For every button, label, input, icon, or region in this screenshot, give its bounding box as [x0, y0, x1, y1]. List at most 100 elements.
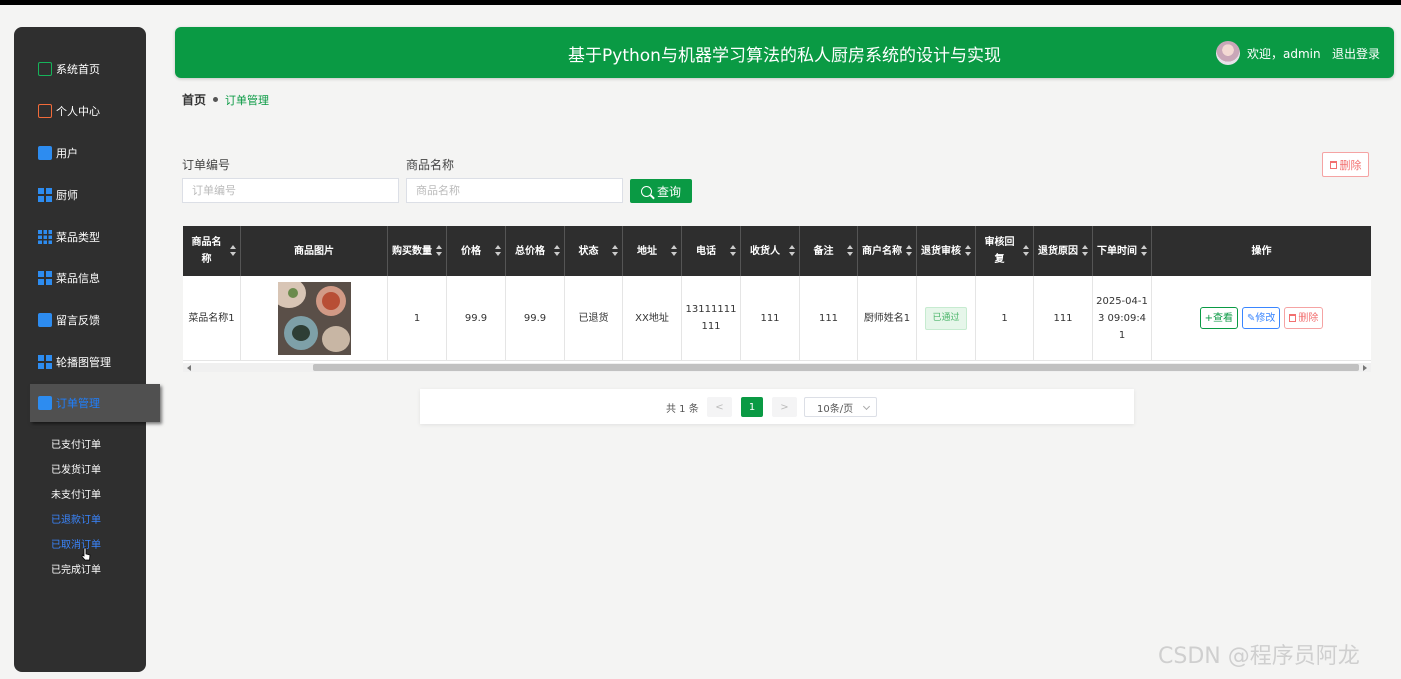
cell-return-reason: 111	[1034, 276, 1093, 361]
sort-icon[interactable]	[906, 245, 912, 257]
trash-icon	[1289, 314, 1297, 322]
cell-address: XX地址	[623, 276, 682, 361]
column-header[interactable]: 备注	[800, 226, 858, 276]
sidebar-item-profile[interactable]: 个人中心	[38, 100, 100, 122]
sort-icon[interactable]	[554, 245, 560, 257]
sort-icon[interactable]	[1023, 245, 1029, 257]
delete-button[interactable]: 删除	[1284, 307, 1324, 329]
mouse-cursor-icon	[81, 547, 91, 561]
header-label: 操作	[1251, 245, 1272, 257]
column-header[interactable]: 退货原因	[1034, 226, 1093, 276]
search-button-label: 查询	[656, 184, 681, 199]
prev-page-button[interactable]: <	[707, 397, 732, 417]
scroll-right-icon[interactable]	[1363, 365, 1367, 371]
order-no-input[interactable]	[182, 178, 399, 203]
sort-icon[interactable]	[495, 245, 501, 257]
view-button[interactable]: + 查看	[1199, 307, 1238, 329]
submenu-shipped-orders[interactable]: 已发货订单	[51, 461, 101, 476]
logout-link[interactable]: 退出登录	[1332, 45, 1380, 62]
cell-quantity: 1	[388, 276, 447, 361]
product-name-input[interactable]	[406, 178, 623, 203]
column-header[interactable]: 审核回复	[976, 226, 1034, 276]
status-badge: 已通过	[925, 306, 967, 330]
column-header[interactable]: 购买数量	[388, 226, 447, 276]
scroll-left-icon[interactable]	[187, 365, 191, 371]
sidebar-item-label: 菜品信息	[56, 272, 100, 285]
page-size-select[interactable]: 10条/页	[804, 397, 877, 417]
header-label: 地址	[637, 245, 657, 257]
submenu-completed-orders[interactable]: 已完成订单	[51, 561, 101, 576]
sidebar-item-label: 系统首页	[56, 63, 100, 76]
submenu-refunded-orders[interactable]: 已退款订单	[51, 511, 101, 526]
submenu-paid-orders[interactable]: 已支付订单	[51, 436, 101, 451]
next-page-button[interactable]: >	[772, 397, 797, 417]
grid-icon	[38, 271, 52, 285]
sidebar-item-label: 轮播图管理	[56, 356, 111, 369]
sidebar-item-dish-types[interactable]: 菜品类型	[38, 226, 100, 248]
edit-button[interactable]: ✎ 修改	[1242, 307, 1281, 329]
page-title: 基于Python与机器学习算法的私人厨房系统的设计与实现	[568, 46, 1001, 66]
sidebar-item-dish-info[interactable]: 菜品信息	[38, 267, 100, 289]
submenu-cancelled-orders[interactable]: 已取消订单	[51, 536, 101, 551]
breadcrumb: 首页 订单管理	[182, 91, 269, 108]
card-icon	[38, 104, 52, 118]
cell-price: 99.9	[447, 276, 506, 361]
column-header[interactable]: 状态	[565, 226, 623, 276]
sidebar-item-home[interactable]: 系统首页	[38, 58, 100, 80]
sidebar-item-label: 订单管理	[56, 397, 100, 410]
breadcrumb-separator	[213, 97, 219, 102]
sort-icon[interactable]	[230, 245, 236, 257]
sidebar-item-feedback[interactable]: 留言反馈	[38, 309, 100, 331]
column-header[interactable]: 价格	[447, 226, 506, 276]
column-header[interactable]: 退货审核	[917, 226, 976, 276]
column-header[interactable]: 商品名称	[183, 226, 241, 276]
column-header[interactable]: 地址	[623, 226, 682, 276]
column-header[interactable]: 商户名称	[858, 226, 917, 276]
cell-total: 99.9	[506, 276, 565, 361]
home-icon	[38, 62, 52, 76]
chevron-down-icon	[862, 402, 871, 411]
edit-button-label: 修改	[1255, 312, 1276, 324]
scroll-thumb[interactable]	[313, 364, 1359, 371]
sidebar-item-chefs[interactable]: 厨师	[38, 184, 78, 206]
watermark: CSDN @程序员阿龙	[1158, 644, 1360, 669]
cell-remark: 111	[800, 276, 858, 361]
sidebar-item-orders[interactable]: 订单管理	[30, 384, 160, 422]
product-image[interactable]	[277, 281, 351, 355]
column-header[interactable]: 收货人	[741, 226, 800, 276]
briefcase-icon	[38, 146, 52, 160]
sidebar-item-users[interactable]: 用户	[38, 142, 78, 164]
header-label: 总价格	[515, 245, 545, 257]
sort-icon[interactable]	[789, 245, 795, 257]
cell-receiver: 111	[741, 276, 800, 361]
breadcrumb-home[interactable]: 首页	[182, 91, 206, 108]
column-header: 商品图片	[241, 226, 388, 276]
sort-icon[interactable]	[436, 245, 442, 257]
plus-icon: +	[1204, 312, 1213, 324]
avatar[interactable]	[1216, 41, 1240, 65]
submenu-unpaid-orders[interactable]: 未支付订单	[51, 486, 101, 501]
search-icon	[640, 185, 652, 197]
sort-icon[interactable]	[1082, 245, 1088, 257]
sidebar-item-carousel[interactable]: 轮播图管理	[38, 351, 111, 373]
search-button[interactable]: 查询	[630, 179, 692, 203]
sort-icon[interactable]	[612, 245, 618, 257]
sidebar-item-label: 厨师	[56, 189, 78, 202]
sort-icon[interactable]	[965, 245, 971, 257]
column-header[interactable]: 下单时间	[1093, 226, 1152, 276]
header-label: 下单时间	[1097, 245, 1137, 257]
page-1-button[interactable]: 1	[741, 397, 763, 417]
sort-icon[interactable]	[671, 245, 677, 257]
column-header[interactable]: 总价格	[506, 226, 565, 276]
clipboard-icon	[38, 313, 52, 327]
cell-product-image	[241, 276, 388, 361]
horizontal-scrollbar[interactable]	[183, 363, 1371, 372]
sort-icon[interactable]	[730, 245, 736, 257]
batch-delete-button[interactable]: 删除	[1322, 152, 1369, 177]
cell-merchant: 厨师姓名1	[858, 276, 917, 361]
clipboard-icon	[38, 396, 52, 410]
column-header[interactable]: 电话	[682, 226, 741, 276]
cell-actions: + 查看 ✎ 修改 删除	[1152, 276, 1371, 361]
sort-icon[interactable]	[1141, 245, 1147, 257]
sort-icon[interactable]	[847, 245, 853, 257]
